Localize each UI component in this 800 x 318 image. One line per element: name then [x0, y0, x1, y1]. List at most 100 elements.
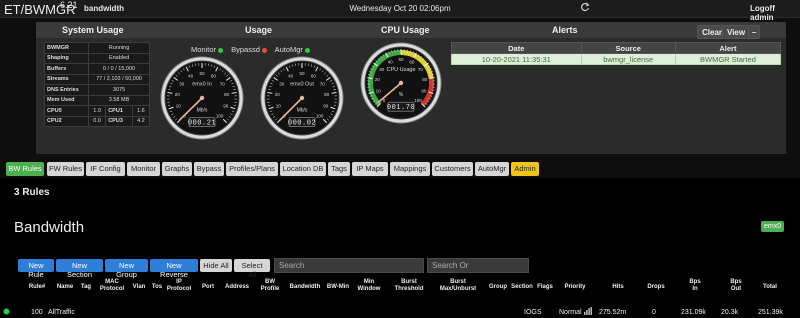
alerts-col-source: Source — [580, 42, 676, 54]
tab-monitor[interactable]: Monitor — [127, 162, 160, 176]
search-input[interactable]: Search — [274, 258, 424, 273]
column-header[interactable]: Tos — [150, 284, 164, 291]
column-header[interactable]: Priority — [561, 284, 589, 291]
gauge-band — [428, 83, 434, 86]
table-row: Shaping Enabled — [43, 52, 150, 64]
rule-status-icon — [3, 308, 10, 317]
cpu-value: 4.2 — [131, 115, 151, 127]
column-header[interactable]: Bps In — [682, 279, 708, 293]
gauge-tick-label: 60 — [409, 60, 415, 65]
gauge-tick-label: 60 — [211, 74, 217, 79]
cpu-label: CPU0 — [43, 105, 90, 117]
refresh-icon[interactable] — [580, 2, 590, 15]
column-header[interactable]: Rule# — [28, 284, 46, 291]
tab-tags[interactable]: Tags — [328, 162, 350, 176]
alerts-table: Date Source Alert 10-20-2021 11:35:31 bw… — [451, 42, 782, 65]
gauge-readout: 000.02 — [288, 120, 316, 128]
gauge-tick-label: 50 — [199, 71, 205, 76]
column-header[interactable]: Address — [222, 284, 252, 291]
gauge-unit: Mb/s — [197, 108, 208, 114]
gauge-title: emx0 In — [192, 82, 212, 88]
search-or-input[interactable]: Search Or — [427, 258, 529, 273]
table-row: CPU2 0.0 CPU3 4.2 — [43, 115, 151, 127]
stat-label: DNS Entries — [43, 84, 90, 96]
cpu-value: 1.0 — [88, 105, 107, 117]
new-rule-button[interactable]: New Rule — [18, 259, 54, 279]
tab-if-config[interactable]: IF Config — [86, 162, 125, 176]
system-usage-table: BWMGR Running Shaping Enabled Buffers 0 / 0… — [43, 42, 151, 127]
rule-number[interactable]: 100 — [31, 309, 43, 316]
table-row: Buffers 0 / 0 / 15,000 — [43, 63, 150, 75]
alerts-col-alert: Alert — [674, 42, 782, 54]
stat-value: 3075 — [88, 84, 150, 96]
bw-rules-panel: 3 Rules Bandwidth emx0 New Rule New Sect… — [0, 178, 800, 318]
column-header[interactable]: Total — [758, 284, 782, 291]
rule-hits: 275.52m — [599, 309, 627, 316]
column-header[interactable]: Name — [53, 284, 77, 291]
column-header[interactable]: IP Protocol — [166, 279, 192, 293]
gauge-title: emx0 Out — [290, 82, 314, 88]
tab-admin[interactable]: Admin — [511, 162, 539, 176]
column-header[interactable]: Burst Threshold — [389, 279, 429, 293]
column-header[interactable]: Vlan — [131, 284, 147, 291]
new-reverse-button[interactable]: New Reverse — [150, 259, 198, 279]
gauge-tick-label: 30 — [179, 81, 185, 86]
column-header[interactable]: MAC Protocol — [98, 279, 126, 293]
column-header[interactable]: Tag — [79, 284, 93, 291]
stat-value: 77 / 2,103 / 50,000 — [88, 73, 150, 85]
tab-mappings[interactable]: Mappings — [390, 162, 430, 176]
tab-ip-maps[interactable]: IP Maps — [352, 162, 388, 176]
interface-badge[interactable]: emx0 — [761, 221, 785, 232]
table-row: DNS Entries 3075 — [43, 84, 150, 96]
column-header[interactable]: Section — [509, 284, 535, 291]
select-all-button[interactable]: Select All — [234, 259, 270, 279]
tab-bw-rules[interactable]: BW Rules — [6, 162, 44, 176]
dashboard-panel: System Usage Usage CPU Usage Alerts Clea… — [36, 22, 786, 154]
column-header[interactable]: Group — [489, 284, 507, 291]
gauge-readout: 000.21 — [188, 120, 216, 128]
emx0-out-gauge: 0102030405060708090100emx0 OutMb/s000.02 — [260, 56, 344, 140]
column-header[interactable]: Burst Max/Unburst — [436, 279, 480, 293]
column-header[interactable]: Min Window — [355, 279, 383, 293]
view-alerts-button[interactable]: View — [722, 25, 751, 39]
column-header[interactable]: Drops — [644, 284, 668, 291]
logoff-button[interactable]: Logoff admin — [750, 4, 800, 22]
column-header[interactable]: BW Profile — [256, 279, 284, 293]
rules-count: 3 Rules — [14, 187, 50, 198]
top-bar: ET/BWMGR 6.21 bandwidth Wednesday Oct 20… — [0, 0, 800, 22]
alerts-col-date: Date — [451, 42, 582, 54]
table-row: BWMGR Running — [43, 42, 150, 54]
tab-fw-rules[interactable]: FW Rules — [47, 162, 84, 176]
alert-row[interactable]: 10-20-2021 11:35:31 bwmgr_license BWMGR … — [451, 53, 782, 65]
column-header[interactable]: Bandwidth — [287, 284, 323, 291]
bar-chart-icon[interactable] — [584, 307, 592, 317]
gauge-tick-label: 10 — [376, 88, 382, 93]
alert-date: 10-20-2021 11:35:31 — [451, 53, 582, 65]
new-group-button[interactable]: New Group — [105, 259, 148, 279]
tab-customers[interactable]: Customers — [432, 162, 473, 176]
rule-name[interactable]: AllTraffic — [48, 309, 75, 316]
system-usage-heading: System Usage — [62, 25, 124, 35]
column-header[interactable]: BW-Min — [326, 284, 350, 291]
gauge-unit: % — [399, 92, 404, 98]
tab-automgr[interactable]: AutoMgr — [475, 162, 509, 176]
tab-location-db[interactable]: Location DB — [280, 162, 326, 176]
tab-graphs[interactable]: Graphs — [162, 162, 192, 176]
gauge-tick-label: 80 — [422, 77, 428, 82]
collapse-dashboard-button[interactable]: – — [748, 25, 761, 39]
gauge-band — [368, 83, 374, 86]
gauge-tick-label: 100 — [316, 114, 324, 119]
cpu-label: CPU2 — [43, 115, 90, 127]
column-header[interactable]: Bps Out — [722, 279, 750, 293]
tab-profiles-plans[interactable]: Profiles/Plans — [226, 162, 278, 176]
column-header[interactable]: Hits — [608, 284, 628, 291]
cpu-usage-gauge: 0102030405060708090100CPU Usage%001.70 — [360, 42, 442, 124]
gauge-tick-label: 80 — [324, 92, 330, 97]
tab-bypass[interactable]: Bypass — [194, 162, 224, 176]
column-header[interactable]: Port — [199, 284, 217, 291]
current-page-link[interactable]: bandwidth — [84, 4, 124, 13]
table-row: Streams 77 / 2,103 / 50,000 — [43, 73, 150, 85]
hide-all-button[interactable]: Hide All — [200, 259, 232, 272]
new-section-button[interactable]: New Section — [56, 259, 103, 279]
column-header[interactable]: Flags — [536, 284, 554, 291]
